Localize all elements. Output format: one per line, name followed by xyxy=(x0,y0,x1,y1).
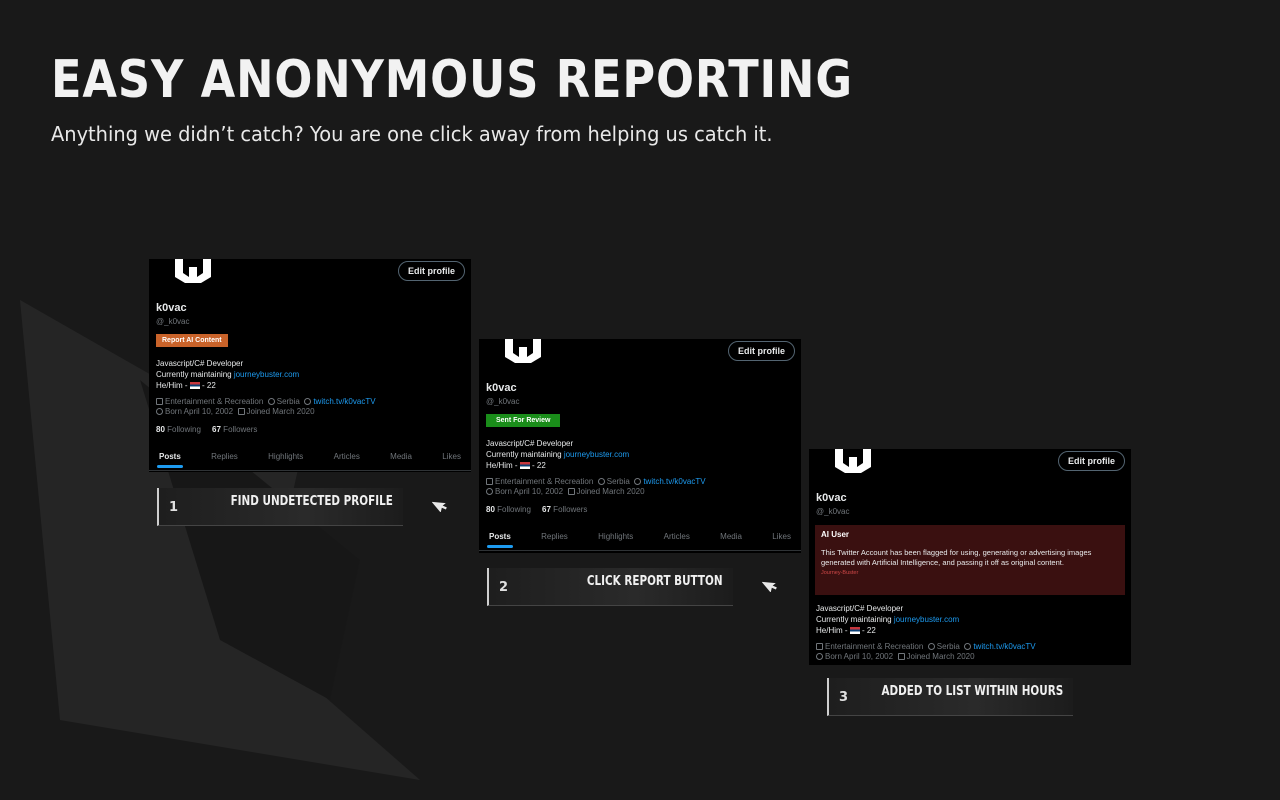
location-pin-icon xyxy=(597,478,605,485)
profile-card-find: Edit profile k0vac @_k0vac Report AI Con… xyxy=(149,259,471,472)
profile-tabs: Posts Replies Highlights Articles Media … xyxy=(149,446,471,468)
profile-name: k0vac xyxy=(156,302,187,314)
profile-handle: @_k0vac xyxy=(486,397,520,406)
bio-link[interactable]: journeybuster.com xyxy=(894,615,959,624)
ai-warning-source: Journey-Buster xyxy=(821,570,859,576)
ai-user-warning: AI User This Twitter Account has been fl… xyxy=(815,525,1125,595)
profile-meta: Entertainment & Recreation Serbia twitch… xyxy=(486,477,706,497)
step-label: FIND UNDETECTED PROFILE xyxy=(230,494,393,509)
tab-media[interactable]: Media xyxy=(718,526,744,548)
bio-line-maintaining: Currently maintaining journeybuster.com xyxy=(486,450,630,459)
profile-meta: Entertainment & Recreation Serbia twitch… xyxy=(156,397,376,417)
profile-handle: @_k0vac xyxy=(156,317,190,326)
tab-media[interactable]: Media xyxy=(388,446,414,468)
logo-avatar-icon xyxy=(175,259,211,283)
bio-line-role: Javascript/C# Developer xyxy=(486,439,574,448)
followers-link[interactable]: 67 Followers xyxy=(212,425,257,434)
tab-articles[interactable]: Articles xyxy=(662,526,692,548)
profile-bio: Javascript/C# Developer Currently mainta… xyxy=(156,358,299,391)
tab-likes[interactable]: Likes xyxy=(440,446,463,468)
bio-line-role: Javascript/C# Developer xyxy=(156,359,244,368)
edit-profile-button[interactable]: Edit profile xyxy=(398,261,465,281)
balloon-icon xyxy=(816,653,823,660)
step-number: 2 xyxy=(499,580,509,595)
tab-highlights[interactable]: Highlights xyxy=(266,446,305,468)
following-link[interactable]: 80 Following xyxy=(156,425,201,434)
step-number: 1 xyxy=(169,500,179,515)
calendar-icon xyxy=(897,653,905,660)
balloon-icon xyxy=(156,408,163,415)
tabs-divider xyxy=(149,470,471,471)
logo-avatar-icon xyxy=(835,449,871,473)
balloon-icon xyxy=(486,488,493,495)
location-pin-icon xyxy=(267,398,275,405)
website-link[interactable]: twitch.tv/k0vacTV xyxy=(313,397,375,406)
follow-stats: 80 Following 67 Followers xyxy=(486,505,587,514)
profile-name: k0vac xyxy=(816,492,847,504)
tab-articles[interactable]: Articles xyxy=(332,446,362,468)
tab-posts[interactable]: Posts xyxy=(157,446,183,468)
step-label: CLICK REPORT BUTTON xyxy=(587,574,723,589)
page-title: EASY ANONYMOUS REPORTING xyxy=(51,50,853,110)
bio-line-pronouns: He/Him - - 22 xyxy=(486,461,546,470)
bio-link[interactable]: journeybuster.com xyxy=(234,370,299,379)
website-link[interactable]: twitch.tv/k0vacTV xyxy=(973,642,1035,651)
step-3-banner: 3 ADDED TO LIST WITHIN HOURS xyxy=(827,678,1073,716)
follow-stats: 80 Following 67 Followers xyxy=(156,425,257,434)
profile-meta: Entertainment & Recreation Serbia twitch… xyxy=(816,642,1036,662)
profile-card-report: Edit profile k0vac @_k0vac Sent For Revi… xyxy=(479,339,801,553)
bio-link[interactable]: journeybuster.com xyxy=(564,450,629,459)
step-label: ADDED TO LIST WITHIN HOURS xyxy=(881,684,1063,699)
bio-line-role: Javascript/C# Developer xyxy=(816,604,904,613)
calendar-icon xyxy=(237,408,245,415)
page-subtitle: Anything we didn’t catch? You are one cl… xyxy=(51,122,773,146)
step-1-banner: 1 FIND UNDETECTED PROFILE xyxy=(157,488,403,526)
mouse-pointer-icon xyxy=(432,501,447,512)
briefcase-icon xyxy=(486,478,493,485)
tab-likes[interactable]: Likes xyxy=(770,526,793,548)
profile-bio: Javascript/C# Developer Currently mainta… xyxy=(816,603,959,636)
tab-posts[interactable]: Posts xyxy=(487,526,513,548)
logo-avatar-icon xyxy=(505,339,541,363)
bio-line-pronouns: He/Him - - 22 xyxy=(816,626,876,635)
link-icon xyxy=(304,398,312,405)
tabs-divider xyxy=(479,550,801,551)
website-link[interactable]: twitch.tv/k0vacTV xyxy=(643,477,705,486)
serbia-flag-icon xyxy=(519,462,530,469)
serbia-flag-icon xyxy=(189,382,200,389)
serbia-flag-icon xyxy=(849,627,860,634)
briefcase-icon xyxy=(156,398,163,405)
step-2-banner: 2 CLICK REPORT BUTTON xyxy=(487,568,733,606)
tab-highlights[interactable]: Highlights xyxy=(596,526,635,548)
report-ai-content-button[interactable]: Report AI Content xyxy=(156,334,228,347)
bio-line-maintaining: Currently maintaining journeybuster.com xyxy=(156,370,300,379)
profile-bio: Javascript/C# Developer Currently mainta… xyxy=(486,438,629,471)
edit-profile-button[interactable]: Edit profile xyxy=(1058,451,1125,471)
mouse-pointer-icon xyxy=(762,581,777,592)
link-icon xyxy=(964,643,972,650)
calendar-icon xyxy=(567,488,575,495)
profile-card-flagged: Edit profile k0vac @_k0vac AI User This … xyxy=(809,449,1131,665)
following-link[interactable]: 80 Following xyxy=(486,505,531,514)
bio-line-maintaining: Currently maintaining journeybuster.com xyxy=(816,615,960,624)
ai-warning-description: This Twitter Account has been flagged fo… xyxy=(821,548,1092,567)
bio-line-pronouns: He/Him - - 22 xyxy=(156,381,216,390)
sent-for-review-badge: Sent For Review xyxy=(486,414,561,427)
profile-handle: @_k0vac xyxy=(816,507,850,516)
tab-replies[interactable]: Replies xyxy=(209,446,240,468)
location-pin-icon xyxy=(927,643,935,650)
ai-warning-title: AI User xyxy=(821,530,850,539)
profile-name: k0vac xyxy=(486,382,517,394)
profile-tabs: Posts Replies Highlights Articles Media … xyxy=(479,526,801,548)
followers-link[interactable]: 67 Followers xyxy=(542,505,587,514)
link-icon xyxy=(634,478,642,485)
briefcase-icon xyxy=(816,643,823,650)
step-number: 3 xyxy=(839,690,849,705)
tab-replies[interactable]: Replies xyxy=(539,526,570,548)
edit-profile-button[interactable]: Edit profile xyxy=(728,341,795,361)
